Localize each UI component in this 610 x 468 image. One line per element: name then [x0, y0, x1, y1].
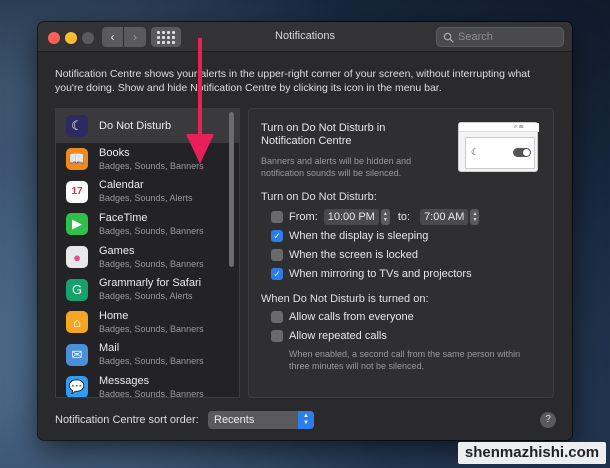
- app-alert-summary: Badges, Sounds, Banners: [99, 258, 204, 269]
- calendar-icon: 17: [66, 180, 88, 203]
- messages-icon: 💬: [66, 376, 88, 397]
- books-icon: 📖: [66, 148, 88, 171]
- to-time-field[interactable]: 7:00 AM: [420, 209, 469, 225]
- option-checkbox[interactable]: ✓: [271, 268, 283, 280]
- option-checkbox[interactable]: [271, 249, 283, 261]
- app-alert-summary: Badges, Sounds, Banners: [99, 388, 204, 398]
- option-row[interactable]: ✓ When the display is sleeping: [271, 230, 428, 242]
- moon-icon: ☾: [66, 115, 88, 137]
- toggle-icon: [513, 148, 531, 157]
- title-bar: ‹ › Notifications: [38, 22, 572, 52]
- app-name: Grammarly for Safari: [99, 277, 202, 290]
- app-alert-summary: Badges, Sounds, Banners: [99, 356, 204, 367]
- option-label: When mirroring to TVs and projectors: [289, 268, 472, 280]
- option-label: Allow calls from everyone: [289, 311, 414, 323]
- app-name: Calendar: [99, 179, 144, 192]
- option-checkbox[interactable]: ✓: [271, 230, 283, 242]
- home-icon: ⌂: [66, 311, 88, 334]
- search-input[interactable]: [458, 31, 558, 43]
- sort-order-label: Notification Centre sort order:: [55, 414, 199, 426]
- repeated-calls-note: When enabled, a second call from the sam…: [289, 349, 521, 371]
- app-list-item[interactable]: 17 Calendar Badges, Sounds, Alerts: [56, 176, 239, 209]
- app-name: Do Not Disturb: [99, 119, 172, 132]
- app-alert-summary: Badges, Sounds, Alerts: [99, 193, 193, 204]
- app-alert-summary: Badges, Sounds, Banners: [99, 323, 204, 334]
- app-list-item[interactable]: ▶ FaceTime Badges, Sounds, Banners: [56, 208, 239, 241]
- games-icon: ●: [66, 246, 88, 269]
- search-field[interactable]: [436, 27, 564, 47]
- when-on-label: When Do Not Disturb is turned on:: [261, 293, 429, 305]
- sort-order-select[interactable]: Recents ▲ ▼: [208, 411, 314, 429]
- option-checkbox[interactable]: [271, 330, 283, 342]
- app-list-scrollbar[interactable]: [229, 112, 234, 267]
- app-name: Messages: [99, 374, 150, 387]
- from-checkbox[interactable]: [271, 211, 283, 223]
- option-row[interactable]: ✓ When mirroring to TVs and projectors: [271, 268, 472, 280]
- app-name: Home: [99, 309, 129, 322]
- app-name: Mail: [99, 342, 120, 355]
- to-time-stepper[interactable]: ▲ ▼: [470, 209, 480, 225]
- app-list-item[interactable]: ✉ Mail Badges, Sounds, Banners: [56, 339, 239, 372]
- schedule-row: From: 10:00 PM ▲ ▼ to: 7:00 AM ▲ ▼: [271, 209, 480, 225]
- sort-order-value: Recents: [214, 414, 255, 426]
- option-checkbox[interactable]: [271, 311, 283, 323]
- watermark: shenmazhishi.com: [458, 442, 606, 464]
- app-name: Games: [99, 244, 135, 257]
- do-not-disturb-panel: Turn on Do Not Disturb in Notification C…: [248, 108, 554, 398]
- annotation-arrow-icon: [186, 38, 214, 164]
- option-row[interactable]: Allow calls from everyone: [271, 311, 414, 323]
- app-list-item[interactable]: 💬 Messages Badges, Sounds, Banners: [56, 371, 239, 398]
- option-label: When the display is sleeping: [289, 230, 429, 242]
- preferences-window: ‹ › Notifications Notification Centre sh…: [38, 22, 572, 440]
- from-time-stepper[interactable]: ▲ ▼: [380, 209, 390, 225]
- app-list-item[interactable]: ● Games Badges, Sounds, Banners: [56, 241, 239, 274]
- search-icon: ⌕ ☰: [514, 124, 524, 130]
- to-label: to:: [397, 211, 411, 223]
- option-row[interactable]: Allow repeated calls: [271, 330, 387, 342]
- mail-icon: ✉: [66, 343, 88, 366]
- from-label: From:: [289, 211, 318, 223]
- chevron-updown-icon: ▲ ▼: [298, 411, 314, 429]
- option-row[interactable]: When the screen is locked: [271, 249, 418, 261]
- dnd-description: Banners and alerts will be hidden and no…: [261, 156, 412, 178]
- grammarly-icon: G: [66, 278, 88, 301]
- dnd-heading: Turn on Do Not Disturb in Notification C…: [261, 122, 386, 147]
- facetime-icon: ▶: [66, 213, 88, 236]
- option-label: Allow repeated calls: [289, 330, 387, 342]
- app-alert-summary: Badges, Sounds, Banners: [99, 225, 204, 236]
- from-time-field[interactable]: 10:00 PM: [323, 209, 379, 225]
- dnd-preview-image: ⌕ ☰ ☾: [458, 122, 539, 172]
- help-button[interactable]: ?: [540, 412, 556, 428]
- moon-icon: ☾: [471, 147, 480, 157]
- app-list-item[interactable]: G Grammarly for Safari Badges, Sounds, Ale…: [56, 273, 239, 306]
- turn-on-dnd-label: Turn on Do Not Disturb:: [261, 191, 377, 203]
- intro-description: Notification Centre shows your alerts in…: [55, 68, 531, 94]
- app-name: FaceTime: [99, 211, 148, 224]
- app-list-item[interactable]: ⌂ Home Badges, Sounds, Banners: [56, 306, 239, 339]
- app-alert-summary: Badges, Sounds, Alerts: [99, 291, 193, 302]
- search-icon: [443, 32, 454, 43]
- option-label: When the screen is locked: [289, 249, 419, 261]
